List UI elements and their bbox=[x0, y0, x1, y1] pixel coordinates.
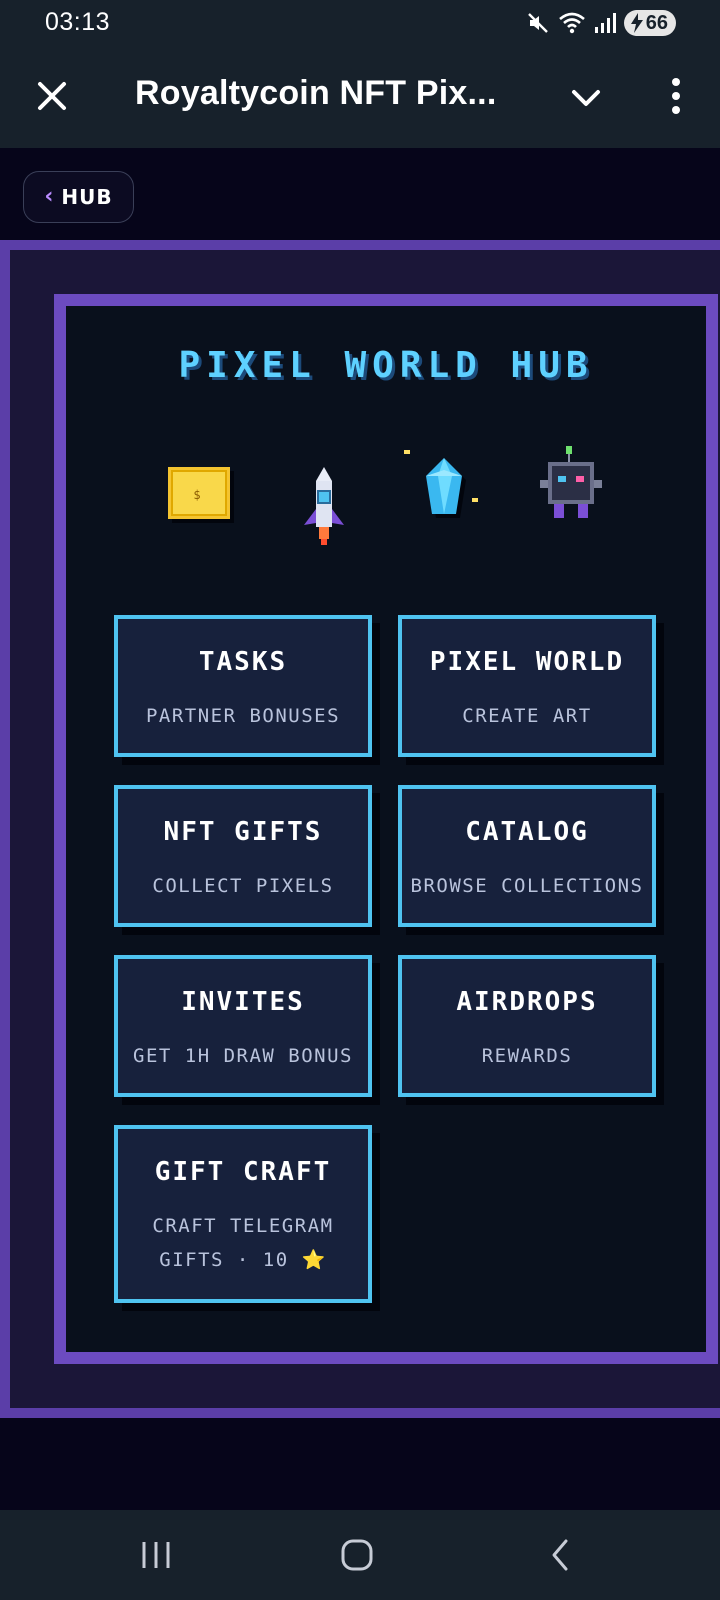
home-button[interactable] bbox=[327, 1530, 387, 1580]
app-title: Royaltycoin NFT Pix... bbox=[135, 74, 497, 112]
hub-title: PIXEL WORLD HUB bbox=[178, 345, 594, 386]
status-bar: 03:13 66 bbox=[0, 0, 720, 48]
wifi-icon bbox=[558, 12, 585, 34]
tile-title: NFT GIFTS bbox=[163, 817, 323, 847]
mute-icon bbox=[527, 13, 548, 33]
tile-subtitle: REWARDS bbox=[481, 1045, 573, 1067]
menu-chevron-button[interactable] bbox=[566, 78, 606, 118]
tile-subtitle: COLLECT PIXELS bbox=[152, 875, 334, 897]
tile-subtitle-line: CRAFT TELEGRAM bbox=[152, 1215, 334, 1237]
back-button[interactable] bbox=[530, 1530, 590, 1580]
tile-subtitle-line: GIFTS · 10 ⭐ bbox=[159, 1249, 327, 1271]
status-time: 03:13 bbox=[45, 8, 111, 36]
battery-charging-icon bbox=[630, 13, 643, 33]
home-icon bbox=[341, 1539, 373, 1571]
tile-tasks[interactable]: TASKS PARTNER BONUSES bbox=[114, 615, 372, 757]
close-icon bbox=[38, 82, 66, 110]
hub-back-label: HUB bbox=[61, 185, 113, 209]
tile-pixel-world[interactable]: PIXEL WORLD CREATE ART bbox=[398, 615, 656, 757]
tile-title: GIFT CRAFT bbox=[154, 1157, 332, 1187]
back-arrow-icon: ‹ bbox=[44, 183, 54, 209]
crystal-icon bbox=[404, 450, 478, 518]
tile-subtitle: CRAFT TELEGRAM GIFTS · 10 ⭐ bbox=[118, 1209, 368, 1277]
tile-subtitle: BROWSE COLLECTIONS bbox=[410, 875, 644, 897]
tile-title: AIRDROPS bbox=[456, 987, 598, 1017]
signal-icon bbox=[594, 13, 616, 33]
tile-title: INVITES bbox=[181, 987, 305, 1017]
tile-catalog[interactable]: CATALOG BROWSE COLLECTIONS bbox=[398, 785, 656, 927]
coin-symbol: $ bbox=[193, 488, 200, 502]
tile-title: PIXEL WORLD bbox=[429, 647, 625, 677]
tile-subtitle: GET 1H DRAW BONUS bbox=[133, 1045, 353, 1067]
status-icons: 66 bbox=[526, 10, 676, 36]
recents-icon bbox=[142, 1542, 170, 1568]
coin-icon: $ bbox=[168, 467, 234, 523]
battery-level: 66 bbox=[645, 11, 668, 34]
recents-button[interactable] bbox=[126, 1530, 186, 1580]
tile-gift-craft[interactable]: GIFT CRAFT CRAFT TELEGRAM GIFTS · 10 ⭐ bbox=[114, 1125, 372, 1303]
tile-subtitle: CREATE ART bbox=[462, 705, 592, 727]
more-options-button[interactable] bbox=[656, 74, 696, 118]
robot-icon bbox=[540, 446, 602, 518]
close-button[interactable] bbox=[32, 76, 72, 116]
tile-title: CATALOG bbox=[465, 817, 589, 847]
tile-subtitle: PARTNER BONUSES bbox=[145, 705, 341, 727]
title-bar: Royaltycoin NFT Pix... bbox=[0, 48, 720, 148]
rocket-icon bbox=[304, 467, 344, 545]
tile-airdrops[interactable]: AIRDROPS REWARDS bbox=[398, 955, 656, 1097]
hub-back-button[interactable]: ‹ HUB bbox=[23, 171, 134, 223]
tile-nft-gifts[interactable]: NFT GIFTS COLLECT PIXELS bbox=[114, 785, 372, 927]
battery-indicator: 66 bbox=[623, 10, 676, 36]
back-icon bbox=[552, 1539, 568, 1571]
more-vertical-icon bbox=[672, 78, 680, 114]
tile-invites[interactable]: INVITES GET 1H DRAW BONUS bbox=[114, 955, 372, 1097]
system-nav-bar bbox=[0, 1510, 720, 1600]
tile-title: TASKS bbox=[198, 647, 288, 677]
chevron-down-icon bbox=[572, 90, 600, 106]
